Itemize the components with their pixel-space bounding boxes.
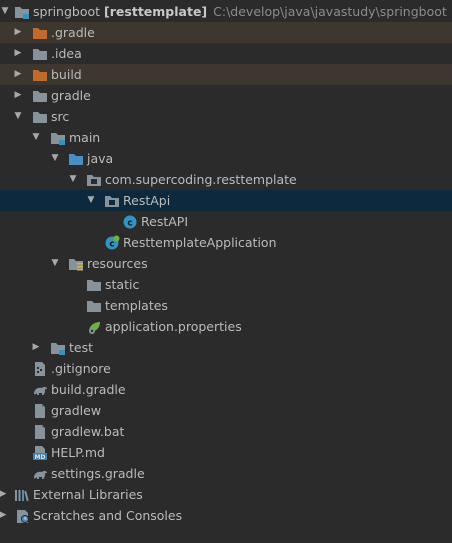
folder-icon	[32, 67, 48, 83]
tree-item-label: ResttemplateApplication	[123, 235, 277, 250]
tree-item-label: HELP.md	[51, 445, 105, 460]
tree-row-resources[interactable]: ▼ resources	[0, 253, 452, 274]
folder-icon	[32, 25, 48, 41]
gradle-icon	[32, 382, 48, 398]
collapsed-arrow-icon[interactable]: ▶	[12, 43, 24, 64]
tree-row-package-root[interactable]: ▼ com.supercoding.resttemplate	[0, 169, 452, 190]
scratches-icon	[14, 508, 30, 524]
project-module: [resttemplate]	[104, 4, 208, 19]
tree-item-label: build.gradle	[51, 382, 126, 397]
tree-item-label: main	[69, 130, 101, 145]
tree-row-restapi-package[interactable]: ▼ RestApi	[0, 190, 452, 211]
collapsed-arrow-icon[interactable]: ▶	[0, 505, 9, 526]
tree-row-test[interactable]: ▶ test	[0, 337, 452, 358]
expand-arrow-icon[interactable]: ▼	[49, 148, 61, 169]
tree-item-label: .gradle	[51, 25, 95, 40]
expand-arrow-icon[interactable]: ▼	[0, 1, 11, 22]
tree-row-application-properties[interactable]: application.properties	[0, 316, 452, 337]
tree-item-label: templates	[105, 298, 168, 313]
folder-icon	[32, 88, 48, 104]
tree-item-label: settings.gradle	[51, 466, 145, 481]
file-icon	[32, 403, 48, 419]
tree-row-templates[interactable]: templates	[0, 295, 452, 316]
folder-icon	[50, 340, 66, 356]
tree-row-build-gradle[interactable]: build.gradle	[0, 379, 452, 400]
tree-row-gitignore[interactable]: .gitignore	[0, 358, 452, 379]
tree-row-scratches[interactable]: ▶ Scratches and Consoles	[0, 505, 452, 526]
tree-item-label: src	[51, 109, 70, 124]
svg-text:c: c	[109, 240, 114, 250]
tree-item-label: gradle	[51, 88, 91, 103]
tree-item-label: RestApi	[123, 193, 171, 208]
project-tree: ▼ springboot [resttemplate] C:\develop\ja…	[0, 0, 452, 543]
resources-folder-icon	[68, 256, 84, 272]
collapsed-arrow-icon[interactable]: ▶	[12, 64, 24, 85]
tree-row-main[interactable]: ▼ main	[0, 127, 452, 148]
tree-item-label: test	[69, 340, 94, 355]
tree-row-help-md[interactable]: MD HELP.md	[0, 442, 452, 463]
properties-icon	[86, 319, 102, 335]
tree-row-settings-gradle[interactable]: settings.gradle	[0, 463, 452, 484]
tree-item-label: java	[87, 151, 114, 166]
libraries-icon	[14, 487, 30, 503]
markdown-icon: MD	[32, 445, 48, 461]
expand-arrow-icon[interactable]: ▼	[85, 190, 97, 211]
expand-arrow-icon[interactable]: ▼	[49, 253, 61, 274]
tree-item-label: .idea	[51, 46, 82, 61]
tree-row-gradlew-bat[interactable]: gradlew.bat	[0, 421, 452, 442]
collapsed-arrow-icon[interactable]: ▶	[30, 337, 42, 358]
tree-item-label: RestAPI	[141, 214, 189, 229]
folder-icon	[32, 109, 48, 125]
collapsed-arrow-icon[interactable]: ▶	[12, 85, 24, 106]
tree-row-gradle[interactable]: ▶ gradle	[0, 85, 452, 106]
project-path: C:\develop\java\javastudy\springboot	[213, 4, 447, 19]
tree-row-java[interactable]: ▼ java	[0, 148, 452, 169]
svg-text:c: c	[127, 219, 132, 229]
tree-row-static[interactable]: static	[0, 274, 452, 295]
gradle-icon	[32, 466, 48, 482]
tree-item-label: Scratches and Consoles	[33, 508, 183, 523]
gitignore-icon	[32, 361, 48, 377]
expand-arrow-icon[interactable]: ▼	[12, 106, 24, 127]
tree-item-label: static	[105, 277, 140, 292]
tree-item-label: resources	[87, 256, 148, 271]
expand-arrow-icon[interactable]: ▼	[67, 169, 79, 190]
tree-item-label: com.supercoding.resttemplate	[105, 172, 297, 187]
tree-row-src[interactable]: ▼ src	[0, 106, 452, 127]
tree-item-label: gradlew.bat	[51, 424, 125, 439]
spring-app-icon: c	[104, 235, 120, 251]
tree-row-build[interactable]: ▶ build	[0, 64, 452, 85]
tree-row-external-libraries[interactable]: ▶ External Libraries	[0, 484, 452, 505]
tree-item-label: .gitignore	[51, 361, 111, 376]
file-icon	[32, 424, 48, 440]
source-folder-icon	[68, 151, 84, 167]
folder-icon	[86, 277, 102, 293]
tree-item-label: External Libraries	[33, 487, 143, 502]
expand-arrow-icon[interactable]: ▼	[30, 127, 42, 148]
svg-text:MD: MD	[35, 454, 46, 461]
folder-icon	[32, 46, 48, 62]
tree-item-label: gradlew	[51, 403, 102, 418]
folder-icon	[50, 130, 66, 146]
collapsed-arrow-icon[interactable]: ▶	[12, 22, 24, 43]
tree-row-gradle-cache[interactable]: ▶ .gradle	[0, 22, 452, 43]
package-icon	[86, 172, 102, 188]
package-icon	[104, 193, 120, 209]
collapsed-arrow-icon[interactable]: ▶	[0, 484, 9, 505]
module-folder-icon	[14, 4, 30, 20]
tree-row-root[interactable]: ▼ springboot [resttemplate] C:\develop\ja…	[0, 1, 452, 22]
class-icon: c	[122, 214, 138, 230]
tree-row-restapi-class[interactable]: c RestAPI	[0, 211, 452, 232]
tree-row-gradlew[interactable]: gradlew	[0, 400, 452, 421]
project-name: springboot	[33, 4, 101, 19]
tree-item-label: build	[51, 67, 82, 82]
tree-row-idea[interactable]: ▶ .idea	[0, 43, 452, 64]
tree-row-application-class[interactable]: c ResttemplateApplication	[0, 232, 452, 253]
folder-icon	[86, 298, 102, 314]
tree-item-label: application.properties	[105, 319, 242, 334]
